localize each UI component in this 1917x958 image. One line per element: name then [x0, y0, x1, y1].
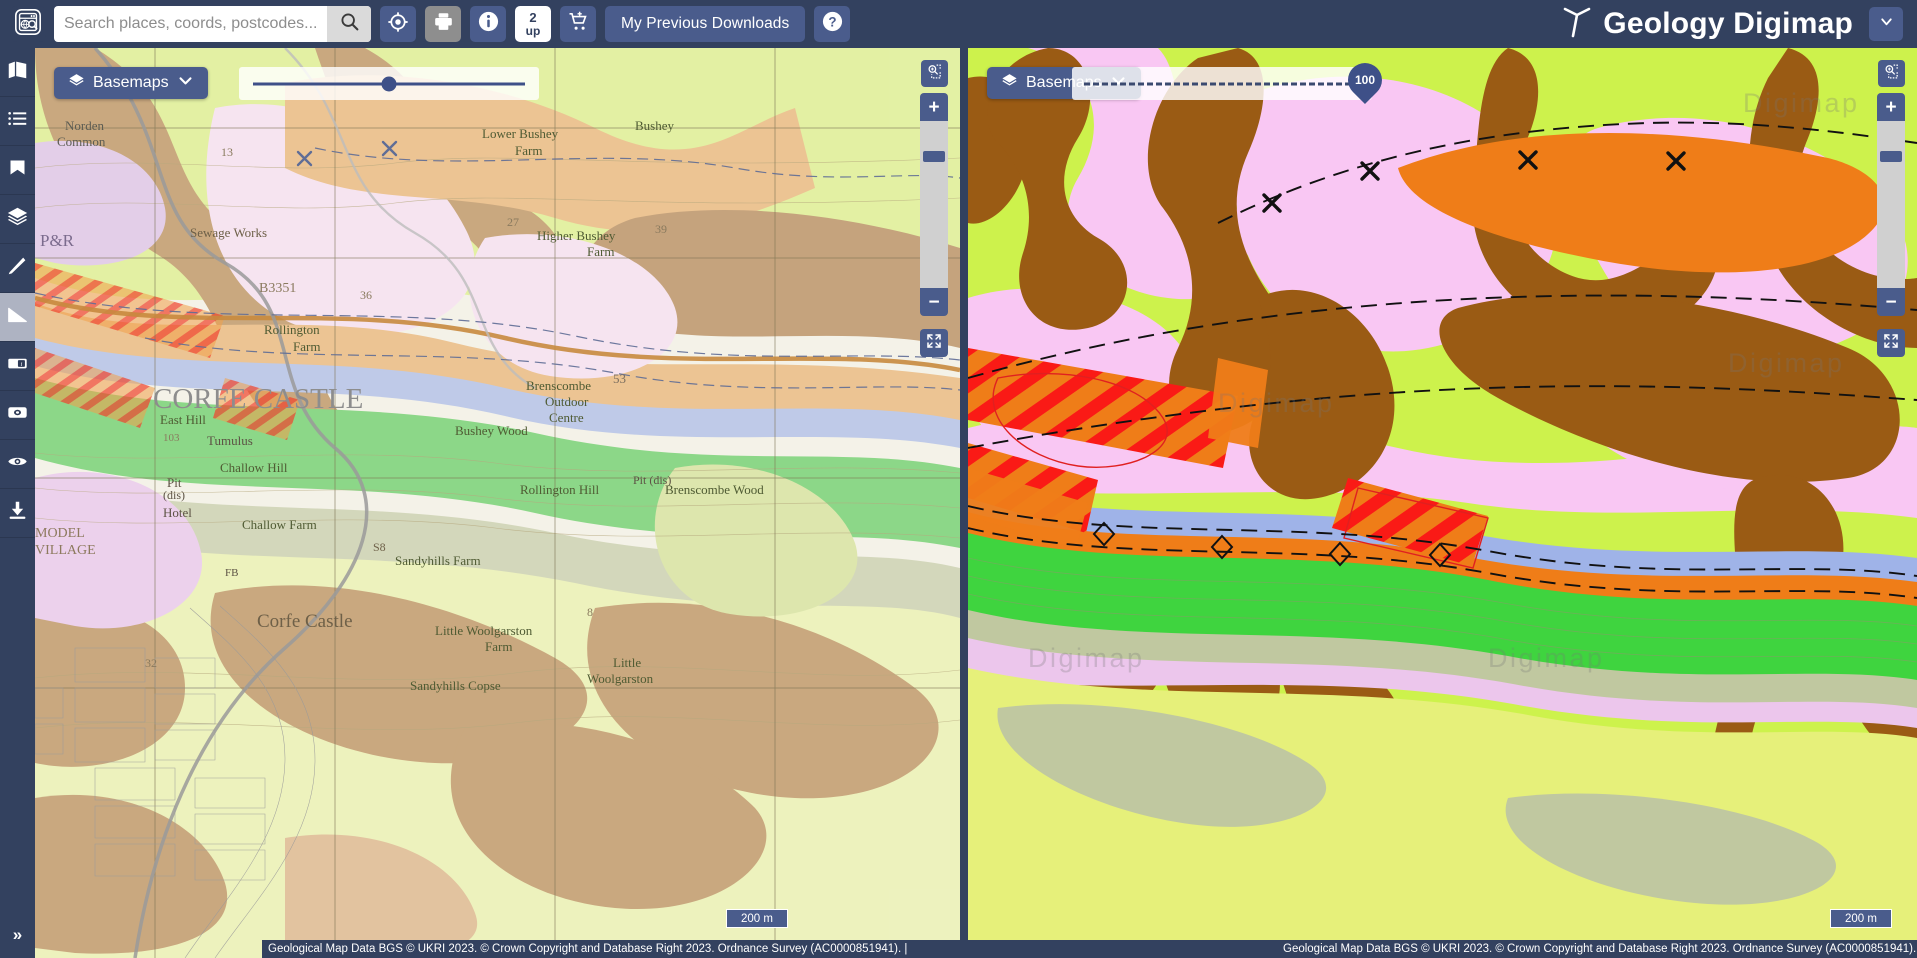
info-button[interactable]: [470, 6, 506, 42]
pencil-icon: [7, 255, 28, 281]
download-icon: [7, 500, 28, 526]
layers-diamond-icon: [1001, 72, 1018, 94]
opacity-value-label: 100: [1354, 73, 1375, 88]
zoom-out-button-right[interactable]: −: [1877, 288, 1905, 316]
svg-text:i: i: [21, 361, 23, 368]
sidebar-item-annotate[interactable]: i: [0, 342, 35, 391]
brand: Geology Digimap: [1561, 5, 1909, 44]
sidebar-item-measure[interactable]: [0, 293, 35, 342]
label-tag-icon: i: [7, 353, 28, 379]
pane-divider[interactable]: [960, 48, 968, 958]
zoom-slider-handle-right[interactable]: [1880, 151, 1902, 163]
map-panes: Norden Common 13 Lower Bushey Farm Bushey Sewa…: [35, 48, 1917, 958]
search-icon: [339, 11, 360, 37]
zoom-in-button-right[interactable]: +: [1877, 93, 1905, 121]
fullscreen-button-right[interactable]: [1877, 329, 1905, 357]
crosshair-target-icon: [387, 11, 409, 38]
zoom-to-area-icon: [926, 63, 943, 85]
geology-hammer-icon: [1561, 5, 1597, 44]
question-circle-icon: ?: [821, 10, 844, 38]
zoom-to-area-button-left[interactable]: [921, 60, 948, 87]
bookmark-icon: [7, 157, 28, 183]
sidebar-item-download[interactable]: [0, 489, 35, 538]
two-up-label: up: [525, 23, 541, 38]
map-icon: [7, 59, 28, 85]
list-icon: [7, 108, 28, 134]
camera-icon: [7, 402, 28, 428]
zoom-slider-handle-left[interactable]: [923, 151, 945, 163]
zoom-to-area-icon: [1883, 63, 1900, 85]
fullscreen-expand-icon: [926, 333, 942, 354]
layers-diamond-icon: [68, 72, 85, 94]
sidebar-item-legend[interactable]: [0, 97, 35, 146]
sidebar-item-visibility[interactable]: [0, 440, 35, 489]
zoom-slider-right[interactable]: [1877, 121, 1905, 288]
sidebar-item-draw[interactable]: [0, 244, 35, 293]
brand-menu-button[interactable]: [1869, 7, 1903, 41]
zoom-control-left[interactable]: + −: [920, 93, 948, 357]
map-canvas-left[interactable]: [35, 48, 960, 958]
help-button[interactable]: ?: [814, 6, 851, 42]
browser-globe-search-icon: [13, 7, 43, 42]
left-sidebar: i »: [0, 48, 35, 958]
zoom-in-button-left[interactable]: +: [920, 93, 948, 121]
scale-bar-right: 200 m: [1830, 909, 1892, 928]
layers-icon: [7, 206, 28, 232]
opacity-knob-left[interactable]: [381, 76, 397, 91]
sidebar-expand-button[interactable]: »: [0, 912, 35, 958]
two-up-view-button[interactable]: 2 up: [515, 6, 551, 42]
page-title: Geology Digimap: [1603, 7, 1853, 40]
eye-icon: [7, 451, 28, 477]
opacity-slider-right[interactable]: 100: [1072, 55, 1390, 105]
top-toolbar: 2 up My Previous Downloads ?: [0, 0, 1917, 48]
zoom-control-right[interactable]: + −: [1877, 93, 1905, 357]
sidebar-item-layers[interactable]: [0, 195, 35, 244]
basemaps-label-left: Basemaps: [93, 74, 169, 91]
search-input[interactable]: [54, 6, 327, 42]
chevron-down-icon: [177, 72, 194, 94]
locate-me-button[interactable]: [380, 6, 416, 42]
fullscreen-expand-icon: [1883, 333, 1899, 354]
add-to-basket-button[interactable]: [560, 6, 596, 42]
zoom-out-button-left[interactable]: −: [920, 288, 948, 316]
my-previous-downloads-button[interactable]: My Previous Downloads: [605, 6, 806, 42]
sidebar-item-bookmarks[interactable]: [0, 146, 35, 195]
opacity-slider-left[interactable]: [239, 67, 539, 100]
chevron-down-icon: [1878, 13, 1895, 35]
search-box[interactable]: [54, 6, 371, 42]
zoom-to-area-button-right[interactable]: [1878, 60, 1905, 87]
zoom-slider-left[interactable]: [920, 121, 948, 288]
search-submit-button[interactable]: [327, 6, 371, 42]
attribution-right: Geological Map Data BGS © UKRI 2023. © C…: [1277, 940, 1917, 958]
map-canvas-right[interactable]: [968, 48, 1917, 958]
chevron-double-right-icon: »: [12, 925, 23, 944]
basemaps-button-left[interactable]: Basemaps: [54, 67, 208, 99]
info-circle-icon: [477, 10, 500, 38]
my-previous-downloads-label: My Previous Downloads: [621, 15, 790, 32]
two-up-count: 2: [529, 10, 537, 26]
svg-text:?: ?: [828, 14, 836, 29]
scale-bar-left: 200 m: [726, 909, 788, 928]
printer-icon: [433, 11, 454, 37]
sidebar-item-map[interactable]: [0, 48, 35, 97]
print-button[interactable]: [425, 6, 461, 42]
map-panel-left[interactable]: Norden Common 13 Lower Bushey Farm Bushey Sewa…: [35, 48, 960, 958]
ruler-icon: [7, 304, 28, 330]
app-logo-button[interactable]: [10, 6, 46, 42]
cart-plus-icon: [567, 10, 590, 38]
fullscreen-button-left[interactable]: [920, 329, 948, 357]
sidebar-item-snapshot[interactable]: [0, 391, 35, 440]
opacity-track-right: [1084, 82, 1360, 85]
map-panel-right[interactable]: Digimap Digimap Digimap Digimap Digimap …: [968, 48, 1917, 958]
